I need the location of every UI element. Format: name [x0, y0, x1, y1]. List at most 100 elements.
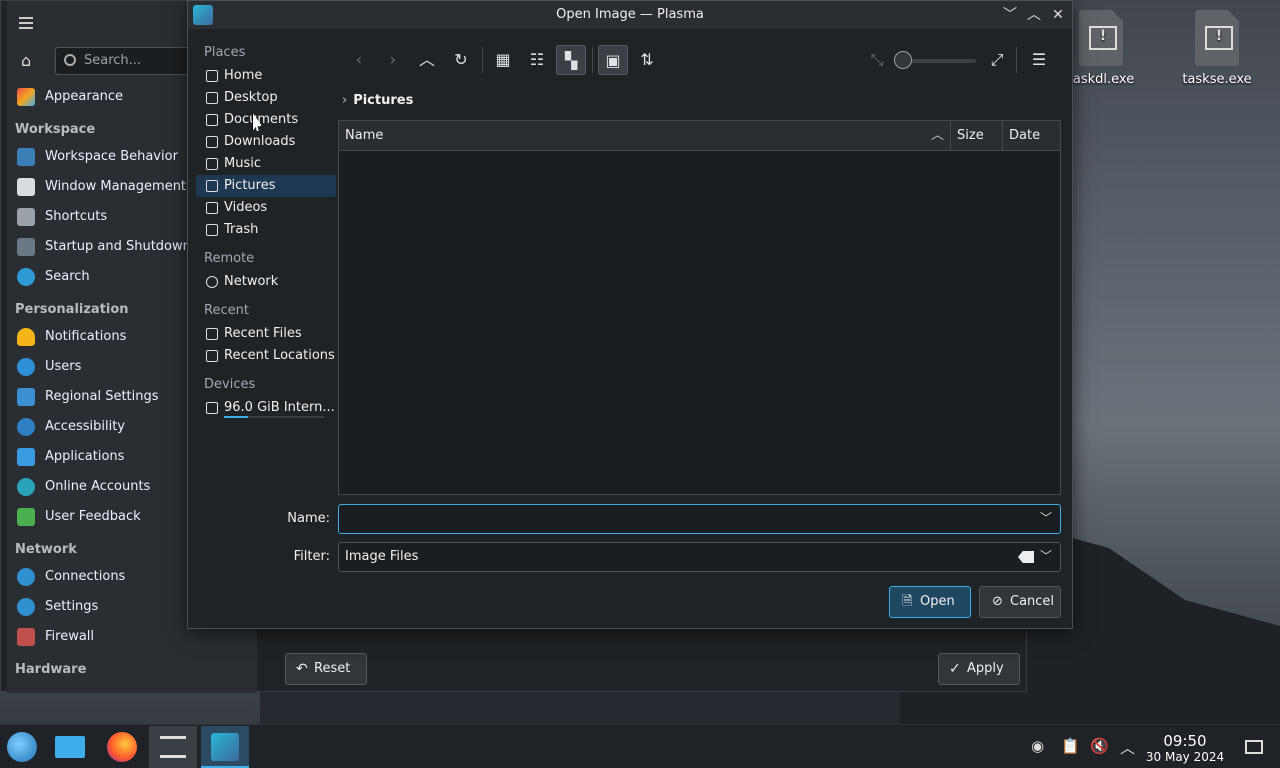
place-documents[interactable]: Documents [196, 109, 336, 131]
place-videos[interactable]: Videos [196, 197, 336, 219]
desktop-icon-label: taskdl.exe [1067, 72, 1135, 87]
compact-view-icon[interactable]: ☷ [522, 45, 552, 75]
recent-locations-icon [206, 350, 218, 362]
check-icon: ✓ [949, 661, 961, 677]
clear-icon[interactable] [1018, 551, 1034, 563]
taskbar-clock[interactable]: 09:50 30 May 2024 [1140, 732, 1230, 764]
zoom-slider-handle[interactable] [894, 51, 912, 69]
place-label: Recent Files [224, 326, 302, 341]
hamburger-menu-icon[interactable] [19, 17, 33, 29]
place-network[interactable]: Network [196, 271, 336, 293]
sort-icon[interactable]: ⇅ [632, 45, 662, 75]
document-icon [206, 114, 218, 126]
place-label: Pictures [224, 178, 276, 193]
feedback-icon [17, 508, 35, 526]
dialog-titlebar[interactable]: Open Image — Plasma ﹀ ︿ ✕ [188, 1, 1072, 29]
start-orb-icon [7, 732, 37, 762]
desktop-icon-label: taskse.exe [1182, 72, 1252, 87]
clock-time: 09:50 [1163, 732, 1207, 750]
maximize-icon[interactable]: ︿ [1024, 5, 1044, 25]
filter-select[interactable]: Image Files ﹀ [338, 542, 1061, 572]
nav-section-hardware: Hardware [15, 662, 87, 677]
preview-icon[interactable]: ▣ [598, 45, 628, 75]
column-name-label: Name [345, 128, 384, 143]
place-label: Downloads [224, 134, 296, 149]
tray-expand-icon[interactable]: ︿ [1120, 737, 1135, 758]
workspace-behavior-icon [17, 148, 35, 166]
place-home[interactable]: Home [196, 65, 336, 87]
applications-icon [17, 448, 35, 466]
place-recent-files[interactable]: Recent Files [196, 323, 336, 345]
column-size[interactable]: Size [951, 121, 1003, 151]
zoom-slider[interactable] [894, 51, 976, 69]
download-icon [206, 136, 218, 148]
globe-icon [17, 598, 35, 616]
taskbar-firefox[interactable] [98, 726, 146, 768]
place-trash[interactable]: Trash [196, 219, 336, 241]
chevron-down-icon[interactable]: ﹀ [1040, 547, 1052, 564]
nav-item-label: Accessibility [45, 419, 125, 434]
parent-folder-icon[interactable]: ︿ [412, 45, 442, 75]
nav-item-label: Settings [45, 599, 99, 614]
column-name[interactable]: Name ︿ [339, 121, 951, 151]
start-menu-button[interactable] [0, 726, 48, 768]
apply-button[interactable]: ✓ Apply [938, 653, 1020, 685]
show-desktop-icon[interactable] [1245, 740, 1263, 754]
nav-item-label: Startup and Shutdown [45, 239, 191, 254]
place-label: 96.0 GiB Intern... [224, 400, 335, 415]
window-management-icon [17, 178, 35, 196]
detailed-view-icon[interactable]: ▚ [556, 45, 586, 75]
nav-item-label: Regional Settings [45, 389, 159, 404]
column-size-label: Size [957, 128, 984, 143]
forward-icon[interactable]: › [378, 45, 408, 75]
home-icon[interactable]: ⌂ [21, 51, 43, 71]
icon-view-icon[interactable]: ▦ [488, 45, 518, 75]
globe-icon [17, 568, 35, 586]
reset-button[interactable]: ↶ Reset [285, 653, 367, 685]
minimize-icon[interactable]: ﹀ [1000, 5, 1020, 25]
volume-muted-icon[interactable]: 🔇 [1090, 737, 1109, 755]
chevron-down-icon[interactable]: ﹀ [1040, 509, 1052, 526]
breadcrumb[interactable]: › Pictures [342, 93, 413, 108]
devices-header: Devices [204, 377, 256, 392]
place-pictures[interactable]: Pictures [196, 175, 336, 197]
filename-input[interactable]: ﹀ [338, 504, 1061, 534]
nav-item-label: Appearance [45, 89, 124, 104]
place-downloads[interactable]: Downloads [196, 131, 336, 153]
remote-header: Remote [204, 251, 255, 266]
clipboard-icon[interactable]: 📋 [1061, 737, 1080, 755]
desktop-icon-taskse[interactable]: taskse.exe [1172, 10, 1262, 87]
network-icon [206, 276, 218, 288]
recent-files-icon [206, 328, 218, 340]
place-internal-drive[interactable]: 96.0 GiB Intern... [196, 397, 336, 419]
search-placeholder: Search... [84, 53, 142, 68]
cancel-button[interactable]: ⊘ Cancel [979, 586, 1061, 618]
music-icon [206, 158, 218, 170]
place-music[interactable]: Music [196, 153, 336, 175]
drive-icon [206, 402, 218, 414]
toolbar-separator [482, 47, 483, 73]
taskbar-plasma-dialog[interactable] [201, 726, 249, 768]
taskbar-system-settings[interactable] [149, 726, 197, 768]
apply-button-label: Apply [967, 661, 1004, 676]
online-accounts-icon [17, 478, 35, 496]
back-icon[interactable]: ‹ [344, 45, 374, 75]
sort-ascending-icon: ︿ [930, 128, 944, 143]
taskbar-file-manager[interactable] [46, 726, 94, 768]
open-button[interactable]: 🗎 Open [889, 586, 971, 618]
file-list[interactable]: Name ︿ Size Date [338, 120, 1061, 495]
zoom-in-icon[interactable]: ⤢ [982, 45, 1012, 75]
column-date[interactable]: Date [1003, 121, 1060, 151]
bell-icon [17, 328, 35, 346]
dialog-toolbar: ‹ › ︿ ↻ ▦ ☷ ▚ ▣ ⇅ ⤡ ⤢ ☰ [338, 43, 1062, 79]
place-recent-locations[interactable]: Recent Locations [196, 345, 336, 367]
zoom-out-icon[interactable]: ⤡ [862, 45, 892, 75]
network-status-icon[interactable]: ◉ [1031, 737, 1044, 755]
firewall-icon [17, 628, 35, 646]
options-icon[interactable]: ☰ [1024, 45, 1054, 75]
nav-item-label: Notifications [45, 329, 127, 344]
reload-icon[interactable]: ↻ [446, 45, 476, 75]
place-desktop[interactable]: Desktop [196, 87, 336, 109]
close-icon[interactable]: ✕ [1048, 5, 1068, 25]
keyboard-icon [17, 208, 35, 226]
